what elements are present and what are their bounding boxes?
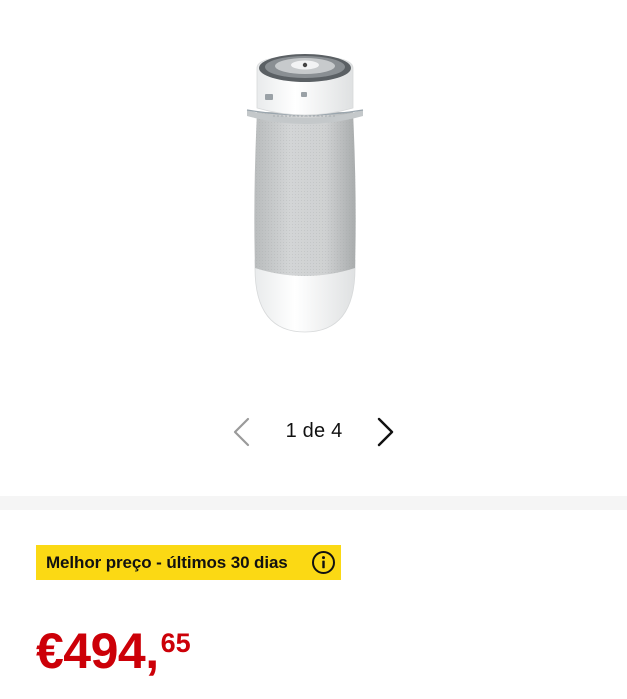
info-icon[interactable] [311, 550, 336, 575]
chevron-right-icon[interactable] [368, 414, 402, 450]
chevron-left-icon[interactable] [226, 414, 260, 450]
product-image-gallery: 1 de 4 [0, 0, 627, 496]
image-counter: 1 de 4 [285, 420, 343, 442]
section-divider [0, 496, 627, 510]
price-whole: €494, [36, 623, 159, 679]
best-price-badge: Melhor preço - últimos 30 dias [36, 545, 341, 580]
product-price: €494,65 [36, 626, 191, 676]
image-pager: 1 de 4 [0, 412, 627, 452]
product-image[interactable] [243, 46, 367, 338]
best-price-badge-label: Melhor preço - últimos 30 dias [46, 552, 288, 572]
price-cents: 65 [160, 628, 191, 658]
